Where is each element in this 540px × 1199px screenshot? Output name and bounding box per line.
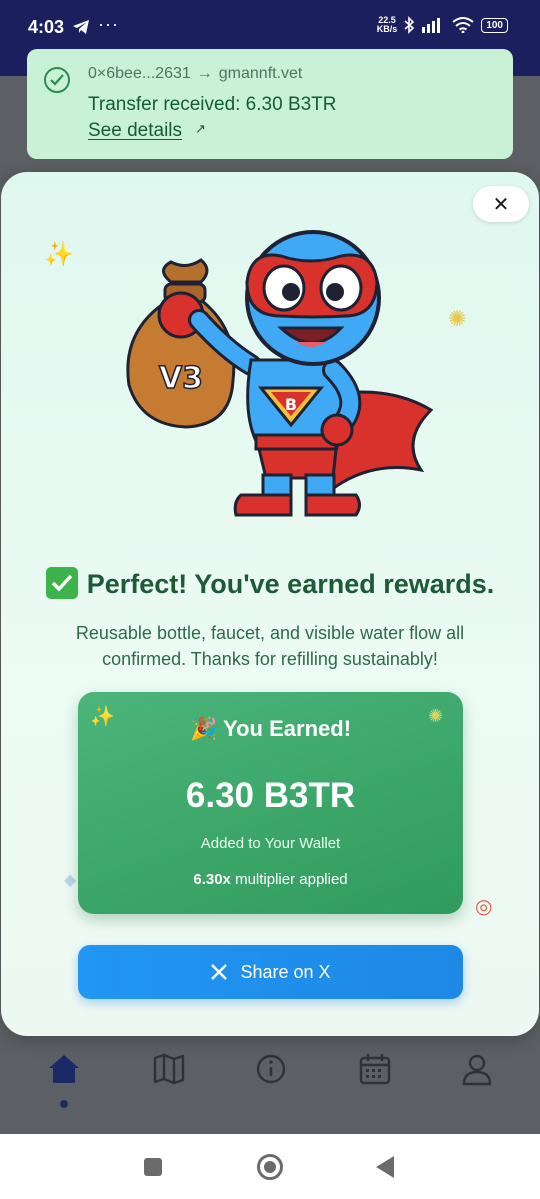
home-icon[interactable] xyxy=(46,1052,82,1086)
telegram-icon xyxy=(73,20,89,34)
multiplier-value: 6.30x xyxy=(193,871,231,888)
network-speed: 22.5 KB/s xyxy=(377,16,398,34)
transfer-to-address: gmannft.vet xyxy=(218,65,303,82)
transfer-route: 0×6bee...2631 → gmannft.vet xyxy=(88,65,302,83)
battery-indicator: 100 xyxy=(481,17,508,33)
target-icon: ◎ xyxy=(475,896,493,918)
chest-emblem-label: B xyxy=(285,395,297,414)
reward-modal: ✕ ✨ ✺ V3 B Perfect! You've earned reward… xyxy=(1,172,539,1036)
see-details-link[interactable]: See details xyxy=(88,120,182,142)
calendar-icon[interactable] xyxy=(357,1052,393,1086)
close-button[interactable]: ✕ xyxy=(473,186,529,222)
confirmation-message: Reusable bottle, faucet, and visible wat… xyxy=(75,623,465,669)
wallet-note: Added to Your Wallet xyxy=(200,835,341,852)
info-icon[interactable] xyxy=(253,1052,289,1086)
status-time: 4:03 xyxy=(28,17,65,37)
home-button[interactable] xyxy=(257,1154,283,1180)
headline-text: Perfect! You've earned rewards. xyxy=(86,569,495,599)
share-label: Share on X xyxy=(240,961,331,982)
party-popper-icon: 🎉 xyxy=(189,716,218,741)
back-button[interactable] xyxy=(376,1156,394,1178)
bluetooth-icon xyxy=(404,16,415,34)
wifi-icon xyxy=(452,17,474,33)
more-notifications-icon: ··· xyxy=(98,14,119,34)
profile-icon[interactable] xyxy=(459,1052,495,1086)
multiplier-text: multiplier applied xyxy=(235,871,348,888)
multiplier-note: 6.30x multiplier applied xyxy=(78,871,463,888)
earned-amount: 6.30 B3TR xyxy=(185,776,356,815)
recents-button[interactable] xyxy=(144,1158,162,1176)
earned-title: 🎉 You Earned! xyxy=(78,716,463,742)
sparkle-icon: ✨ xyxy=(44,241,74,268)
star-icon: ✺ xyxy=(448,306,467,331)
signal-icon xyxy=(422,18,441,33)
toast-title: Transfer received: 6.30 B3TR xyxy=(88,94,337,115)
transfer-toast[interactable]: 0×6bee...2631 → gmannft.vet Transfer rec… xyxy=(27,49,513,159)
map-icon[interactable] xyxy=(151,1052,187,1086)
app-screen: 4:03 ··· 22.5 KB/s 100 0×6bee...2631 → g… xyxy=(0,0,540,1199)
system-navigation-bar xyxy=(0,1134,540,1199)
x-logo-icon xyxy=(211,964,228,980)
diamond-icon: ◆ xyxy=(64,872,77,889)
check-circle-icon xyxy=(44,67,70,93)
earned-title-text: You Earned! xyxy=(223,716,352,741)
superhero-mascot-illustration: V3 B xyxy=(126,230,434,517)
success-headline: Perfect! You've earned rewards. xyxy=(1,567,539,600)
network-speed-unit: KB/s xyxy=(376,24,398,34)
transfer-from-address: 0×6bee...2631 xyxy=(88,65,191,82)
active-tab-indicator xyxy=(60,1100,68,1108)
earned-card: ✨ ✺ 🎉 You Earned! 6.30 B3TR Added to You… xyxy=(78,692,463,914)
status-right-group: 22.5 KB/s 100 xyxy=(377,16,508,34)
bottom-navigation xyxy=(0,1036,540,1134)
check-box-icon xyxy=(45,567,78,599)
money-bag-label: V3 xyxy=(159,361,203,396)
share-on-x-button[interactable]: Share on X xyxy=(78,945,463,999)
arrow-right-icon: → xyxy=(196,65,213,82)
external-link-icon: ↗ xyxy=(195,121,206,136)
